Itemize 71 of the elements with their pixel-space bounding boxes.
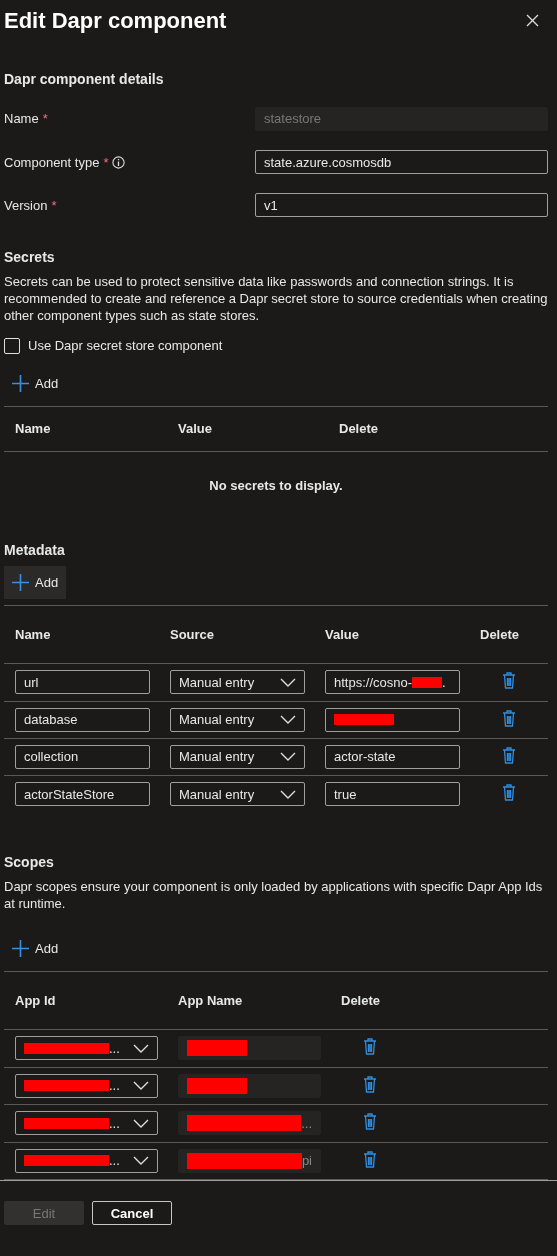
section-heading: Metadata [4, 542, 66, 559]
field-label: Component type [4, 154, 100, 170]
section-heading: Secrets [4, 248, 56, 265]
value-field[interactable]: actor-state [325, 745, 460, 769]
source-dropdown[interactable]: Manual entry [170, 670, 305, 695]
plus-icon [12, 574, 29, 592]
chevron-down-icon [133, 1156, 149, 1166]
text-field[interactable]: state.azure.cosmosdb [255, 150, 548, 174]
column-header: Delete [341, 993, 382, 1009]
app-id-dropdown[interactable]: ... [15, 1111, 158, 1136]
chevron-down-icon [133, 1043, 149, 1053]
delete-icon[interactable] [502, 672, 516, 690]
plus-icon [12, 375, 29, 393]
checkbox[interactable] [4, 337, 20, 354]
name-field[interactable]: collection [15, 745, 150, 769]
footer-button[interactable]: Cancel [92, 1201, 172, 1226]
chevron-down-icon [133, 1118, 149, 1128]
add-button[interactable]: Add [4, 932, 67, 966]
delete-icon[interactable] [502, 747, 516, 764]
name-field[interactable]: database [15, 707, 150, 732]
value-field[interactable]: https://cosno- . [325, 670, 460, 695]
app-name-field: ... [178, 1111, 321, 1136]
required-mark: * [42, 111, 48, 127]
app-id-dropdown[interactable]: ... [15, 1036, 158, 1061]
app-id-dropdown[interactable]: ... [15, 1073, 158, 1098]
chevron-down-icon [280, 677, 296, 687]
name-field[interactable]: url [15, 670, 150, 695]
name-field[interactable]: actorStateStore [15, 782, 150, 807]
column-header: Name [15, 627, 52, 643]
add-button[interactable]: Add [4, 566, 67, 600]
panel-title: Edit Dapr component [4, 7, 227, 34]
section-heading: Scopes [4, 854, 55, 871]
source-dropdown[interactable]: Manual entry [170, 745, 305, 769]
app-name-field: pi [178, 1148, 321, 1173]
value-field[interactable]: true [325, 782, 460, 807]
column-header: App Id [15, 993, 57, 1009]
column-header: Delete [339, 421, 380, 437]
source-dropdown[interactable]: Manual entry [170, 707, 305, 732]
chevron-down-icon [280, 752, 296, 762]
delete-icon[interactable] [502, 709, 516, 727]
source-dropdown[interactable]: Manual entry [170, 782, 305, 807]
column-header: Source [170, 627, 216, 643]
column-header: Name [15, 421, 52, 437]
column-header: App Name [178, 993, 244, 1009]
delete-icon[interactable] [363, 1113, 377, 1131]
value-field[interactable] [325, 707, 460, 732]
delete-icon[interactable] [363, 1038, 377, 1056]
required-mark: * [103, 154, 109, 170]
app-id-dropdown[interactable]: ... [15, 1148, 158, 1173]
column-header: Value [325, 627, 360, 643]
text-field[interactable]: v1 [255, 193, 548, 218]
add-button[interactable]: Add [4, 367, 67, 401]
field-label: Name [4, 111, 39, 127]
column-header: Delete [480, 627, 521, 643]
empty-message: No secrets to display. [209, 478, 343, 494]
description-text: Dapr scopes ensure your component is only loaded by applications with specific Dapr App Ids at runtime. [4, 878, 544, 913]
chevron-down-icon [280, 789, 296, 799]
required-mark: * [51, 197, 57, 213]
chevron-down-icon [280, 715, 296, 725]
chevron-down-icon [133, 1081, 149, 1091]
description-text: Secrets can be used to protect sensitive data like passwords and connection strings. It is recommended to create and reference a Dapr secret store to source credentials when creating other component types such as state stores. [4, 272, 548, 324]
delete-icon[interactable] [363, 1075, 377, 1093]
close-icon[interactable] [526, 14, 539, 28]
info-icon[interactable] [112, 155, 126, 169]
field-label: Version [4, 197, 48, 213]
section-heading: Dapr component details [4, 71, 165, 88]
delete-icon[interactable] [502, 784, 516, 802]
column-header: Value [178, 421, 213, 437]
plus-icon [12, 940, 29, 958]
delete-icon[interactable] [363, 1150, 377, 1168]
checkbox-label: Use Dapr secret store component [28, 338, 223, 354]
